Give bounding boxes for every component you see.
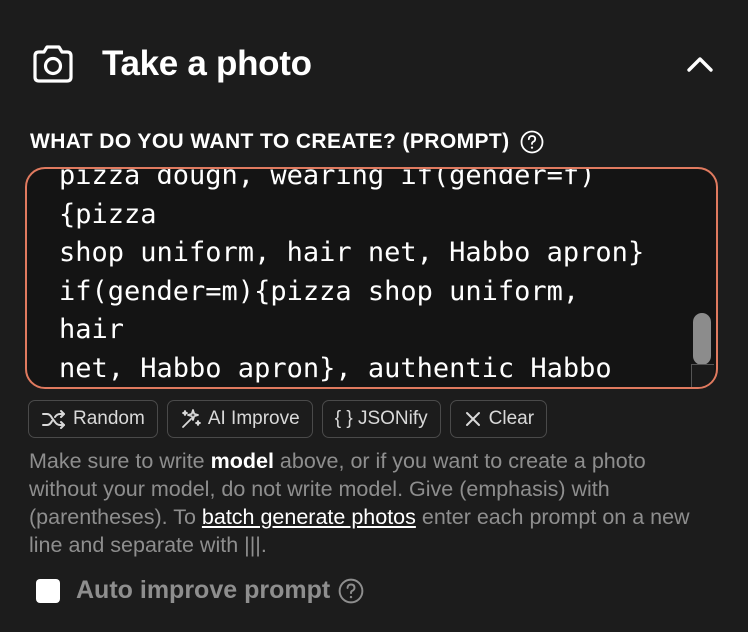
textarea-scrollbar[interactable] <box>690 177 712 387</box>
page-title: Take a photo <box>102 44 312 83</box>
prompt-hint: Make sure to write model above, or if yo… <box>29 447 719 559</box>
batch-generate-link[interactable]: batch generate photos <box>202 505 416 529</box>
prompt-textarea-value[interactable]: pizza dough, wearing if(gender=f){pizza … <box>59 169 659 387</box>
auto-improve-row: Auto improve prompt <box>36 576 364 605</box>
ai-improve-button[interactable]: AI Improve <box>166 400 313 438</box>
random-button[interactable]: Random <box>28 400 158 438</box>
hint-model-keyword: model <box>210 449 274 473</box>
ai-improve-button-label: AI Improve <box>207 408 300 429</box>
clear-button-label: Clear <box>488 408 535 429</box>
scrollbar-thumb[interactable] <box>693 313 711 365</box>
hint-text-1: Make sure to write <box>29 449 211 473</box>
jsonify-button-label: { } JSONify <box>334 408 428 429</box>
shuffle-icon <box>41 409 67 429</box>
question-circle-icon[interactable] <box>520 130 544 154</box>
sparkle-wand-icon <box>180 408 202 430</box>
question-circle-icon[interactable] <box>338 578 364 604</box>
close-icon <box>463 409 483 429</box>
prompt-textarea[interactable]: pizza dough, wearing if(gender=f){pizza … <box>25 167 718 389</box>
chevron-up-icon[interactable] <box>680 44 720 84</box>
take-photo-panel: Take a photo WHAT DO YOU WANT TO CREATE?… <box>0 0 748 632</box>
auto-improve-checkbox[interactable] <box>36 578 60 603</box>
resize-handle[interactable] <box>691 364 714 387</box>
random-button-label: Random <box>73 408 145 429</box>
prompt-label: WHAT DO YOU WANT TO CREATE? (PROMPT) <box>30 130 544 154</box>
auto-improve-label[interactable]: Auto improve prompt <box>76 576 330 605</box>
panel-header[interactable]: Take a photo <box>30 38 720 90</box>
clear-button[interactable]: Clear <box>449 400 548 438</box>
jsonify-button[interactable]: { } JSONify <box>321 400 441 438</box>
prompt-actions: Random AI Improve { } JSONify Clear <box>28 400 548 438</box>
prompt-label-text: WHAT DO YOU WANT TO CREATE? (PROMPT) <box>30 130 510 153</box>
camera-icon <box>30 41 76 87</box>
